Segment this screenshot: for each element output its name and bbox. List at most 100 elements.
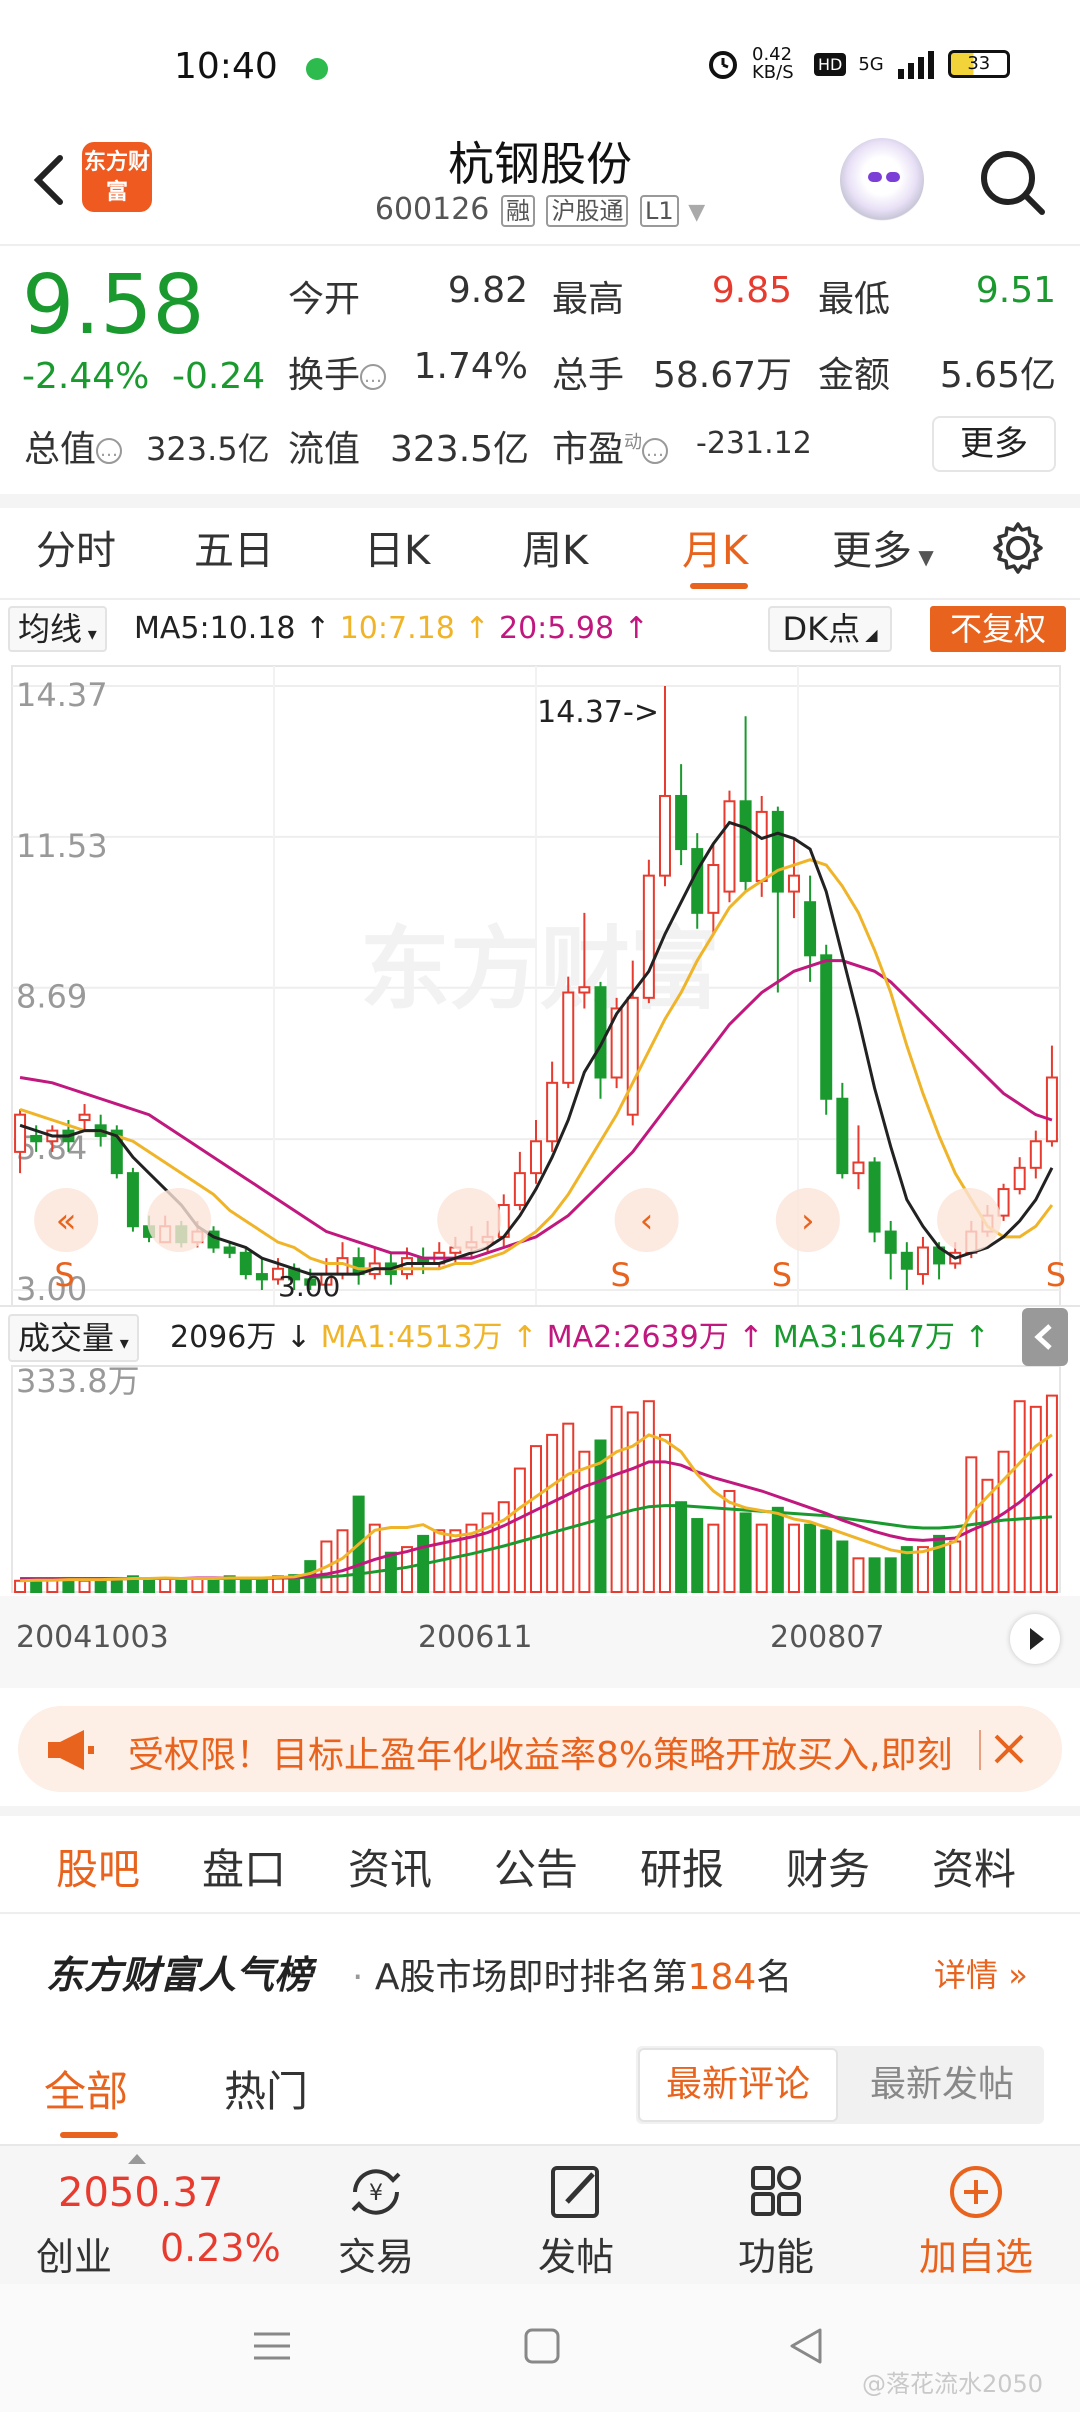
tab-news[interactable]: 资讯 xyxy=(348,1836,432,1897)
change-amount: -0.24 xyxy=(172,356,266,397)
search-icon[interactable] xyxy=(972,142,1052,222)
tab-financials[interactable]: 财务 xyxy=(786,1836,870,1897)
tab-weekly-k[interactable]: 周K xyxy=(522,518,588,576)
volume-indicator-select[interactable]: 成交量 ▾ xyxy=(8,1314,139,1362)
y-tick-label: 3.00 xyxy=(16,1270,87,1308)
tab-research[interactable]: 研报 xyxy=(640,1836,724,1897)
volume-bar xyxy=(207,1576,220,1594)
tab-intraday[interactable]: 分时 xyxy=(36,518,116,576)
rank-prefix: A股市场即时排名第 xyxy=(374,1957,688,1998)
y-tick-label: 14.37 xyxy=(16,676,108,714)
candle-body xyxy=(562,991,575,1084)
filter-all[interactable]: 全部 xyxy=(44,2058,128,2119)
double-chevron-right-icon: » xyxy=(998,1956,1028,1994)
candle-body xyxy=(513,1172,526,1207)
volume-bar xyxy=(626,1411,639,1594)
close-icon[interactable] xyxy=(976,1720,1036,1780)
edit-pencil-icon xyxy=(551,2166,599,2218)
dk-label: DK点 xyxy=(782,610,861,648)
volume-bar xyxy=(836,1540,849,1593)
candle-body xyxy=(658,794,671,877)
ma-indicator-select[interactable]: 均线 ▾ xyxy=(8,606,107,652)
signal-arrow-icon: ‹ xyxy=(640,1201,654,1241)
tab-more-label: 更多 xyxy=(832,528,912,574)
turnover-value: 1.74% xyxy=(413,346,528,387)
assistant-robot-avatar[interactable] xyxy=(840,138,924,222)
sort-latest-post[interactable]: 最新发帖 xyxy=(842,2048,1042,2122)
vol-select-label: 成交量 xyxy=(18,1319,115,1357)
tab-profile[interactable]: 资料 xyxy=(932,1836,1016,1897)
filter-active-indicator xyxy=(60,2132,118,2138)
info-icon[interactable]: … xyxy=(96,438,123,464)
candle-body xyxy=(755,810,768,882)
x-tick-mid: 200611 xyxy=(418,1620,533,1655)
battery-icon: 33 xyxy=(947,50,1010,78)
more-quote-button[interactable]: 更多 xyxy=(932,416,1056,472)
ma10-value: 10:7.18 xyxy=(339,611,455,646)
post-button[interactable]: 发帖 xyxy=(506,2156,646,2280)
volume-bar xyxy=(1045,1394,1058,1593)
section-tabs-divider xyxy=(0,1912,1080,1914)
collapse-panel-button[interactable] xyxy=(1022,1308,1068,1366)
signal-arrow-icon: › xyxy=(801,1201,815,1241)
vol-ma2: MA2:2639万 xyxy=(546,1320,729,1355)
menu-icon[interactable] xyxy=(250,2324,294,2368)
settings-gear-icon[interactable] xyxy=(990,520,1046,576)
back-triangle-icon[interactable] xyxy=(784,2324,828,2368)
trade-button[interactable]: ¥ 交易 xyxy=(306,2156,446,2280)
change-percent: -2.44% xyxy=(22,356,150,397)
home-square-icon[interactable] xyxy=(520,2324,564,2368)
candle-body xyxy=(804,901,817,957)
kline-chart[interactable]: 14.3711.538.695.843.00东方财富14.37->3.00« ‹ ›… xyxy=(0,654,1080,1690)
volume-bar xyxy=(691,1518,704,1593)
robot-eye-icon xyxy=(886,172,900,182)
volume-bar xyxy=(30,1579,43,1593)
rank-number: 184 xyxy=(687,1957,757,1998)
tag-level: L1 xyxy=(640,195,679,227)
arrow-up-icon: ↑ xyxy=(954,1320,990,1355)
info-icon[interactable]: … xyxy=(642,438,669,464)
post-label: 发帖 xyxy=(537,2235,614,2279)
tab-five-day[interactable]: 五日 xyxy=(194,518,274,576)
candle-body xyxy=(691,848,704,914)
index-value[interactable]: 2050.37 xyxy=(58,2170,223,2216)
sort-latest-comment[interactable]: 最新评论 xyxy=(638,2048,838,2122)
candle-body xyxy=(223,1246,236,1254)
dropdown-triangle-icon: ▾ xyxy=(114,1333,129,1354)
filter-hot[interactable]: 热门 xyxy=(224,2058,308,2119)
signal-circle-icon[interactable] xyxy=(147,1188,212,1252)
add-watchlist-button[interactable]: 加自选 xyxy=(906,2156,1046,2280)
arrow-up-icon: ↑ xyxy=(454,611,499,646)
index-name[interactable]: 创业 xyxy=(36,2226,112,2281)
candle-body xyxy=(30,1134,43,1143)
tab-announcements[interactable]: 公告 xyxy=(494,1836,578,1897)
hd-badge: HD xyxy=(814,52,847,76)
no-adjust-badge[interactable]: 不复权 xyxy=(930,606,1066,652)
info-icon[interactable]: … xyxy=(360,364,387,390)
signal-circle-icon[interactable] xyxy=(937,1188,1002,1252)
popularity-detail-link[interactable]: 详情 » xyxy=(934,1950,1028,1996)
promo-text: 受权限！目标止盈年化收益率8%策略开放买入,即刻 xyxy=(128,1735,953,1776)
tab-guba[interactable]: 股吧 xyxy=(56,1836,140,1897)
promo-banner[interactable]: 受权限！目标止盈年化收益率8%策略开放买入,即刻 xyxy=(18,1706,1062,1792)
volume-bar xyxy=(723,1490,736,1593)
candle-body xyxy=(723,800,736,893)
low-value: 9.51 xyxy=(975,270,1056,311)
functions-button[interactable]: 功能 xyxy=(706,2156,846,2280)
index-change-pct[interactable]: 0.23% xyxy=(160,2226,281,2270)
tab-daily-k[interactable]: 日K xyxy=(364,518,430,576)
chart-next-button[interactable] xyxy=(1010,1614,1060,1664)
tab-order-book[interactable]: 盘口 xyxy=(202,1836,286,1897)
trade-label: 交易 xyxy=(337,2235,414,2279)
tab-more-periods[interactable]: 更多 ▼ xyxy=(832,518,934,576)
signal-circle-icon[interactable] xyxy=(437,1188,502,1252)
volume-bar xyxy=(771,1506,784,1593)
candle-body xyxy=(1045,1076,1058,1143)
dropdown-triangle-icon[interactable]: ▼ xyxy=(688,200,705,225)
tab-monthly-k[interactable]: 月K xyxy=(682,518,748,576)
volume-bar xyxy=(675,1501,688,1594)
dk-point-select[interactable]: DK点 ◢ xyxy=(768,606,892,652)
candle-body xyxy=(900,1251,913,1270)
y-tick-label: 11.53 xyxy=(16,827,108,865)
signal-label: 5G xyxy=(858,53,884,75)
